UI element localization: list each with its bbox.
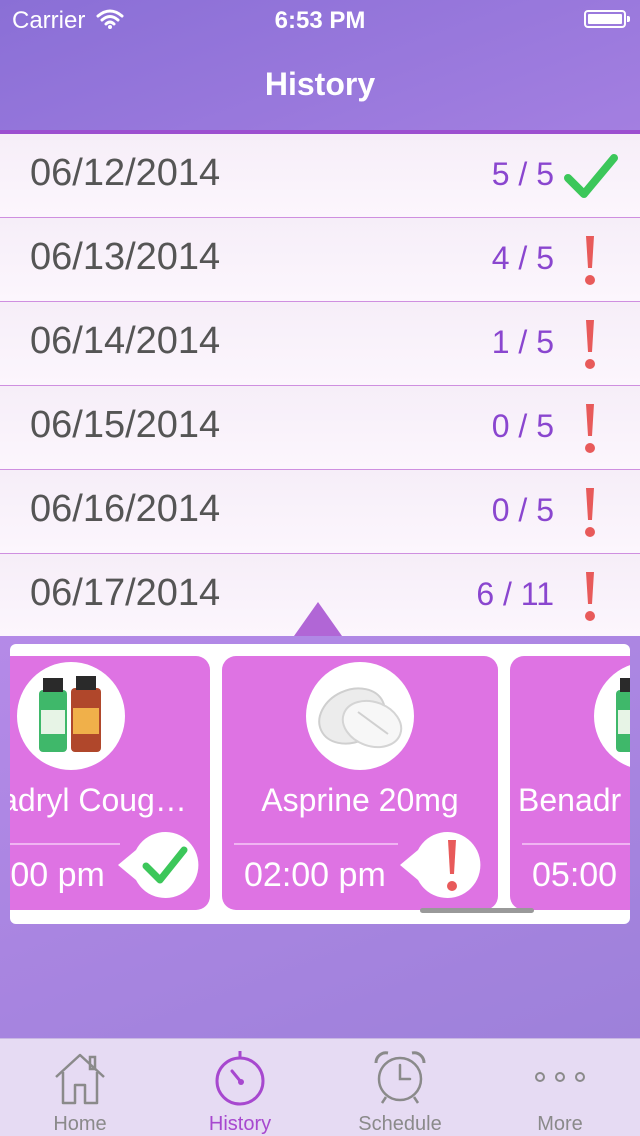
card-divider xyxy=(10,843,120,845)
medication-name: Benadr xyxy=(518,782,622,818)
aspirin-tablet-photo xyxy=(306,662,414,770)
dose-count: 0 / 5 xyxy=(491,408,554,444)
status-bar: Carrier 6:53 PM xyxy=(0,0,640,40)
history-row[interactable]: 06/14/2014 1 / 5 xyxy=(0,302,640,386)
dose-count: 1 / 5 xyxy=(491,324,554,360)
tab-history[interactable]: History xyxy=(160,1039,320,1136)
ellipsis-icon xyxy=(530,1047,590,1107)
tab-label: Schedule xyxy=(358,1113,442,1135)
tab-schedule[interactable]: Schedule xyxy=(320,1039,480,1136)
dose-time: 02:00 pm xyxy=(244,856,386,894)
history-date: 06/14/2014 xyxy=(30,320,221,362)
exclamation-icon xyxy=(562,232,618,288)
dose-time: 2:00 pm xyxy=(10,856,105,894)
history-date: 06/16/2014 xyxy=(30,488,221,530)
history-row[interactable]: 06/12/2014 5 / 5 xyxy=(0,134,640,218)
taken-checkmark-icon xyxy=(118,828,210,902)
medication-name: Asprine 20mg xyxy=(261,782,459,818)
tab-label: More xyxy=(537,1113,583,1135)
stopwatch-icon xyxy=(210,1047,270,1107)
history-list: 06/12/2014 5 / 5 06/13/2014 4 / 5 06/14/… xyxy=(0,130,640,636)
tab-label: History xyxy=(208,1113,272,1135)
history-row[interactable]: 06/15/2014 0 / 5 xyxy=(0,386,640,470)
navigation-bar: History xyxy=(0,40,640,128)
alarm-clock-icon xyxy=(370,1047,430,1107)
card-divider xyxy=(234,843,398,845)
history-date: 06/12/2014 xyxy=(30,152,221,194)
history-row[interactable]: 06/16/2014 0 / 5 xyxy=(0,470,640,554)
history-date: 06/17/2014 xyxy=(30,572,221,614)
dose-count: 4 / 5 xyxy=(491,240,554,276)
popover-arrow xyxy=(294,602,342,636)
missed-exclamation-icon xyxy=(400,828,492,902)
cough-syrup-photo xyxy=(594,662,630,770)
history-date: 06/15/2014 xyxy=(30,404,221,446)
exclamation-icon xyxy=(562,568,618,624)
medication-card[interactable]: Asprine 20mg 02:00 pm xyxy=(222,656,498,910)
exclamation-icon xyxy=(562,400,618,456)
dose-count: 5 / 5 xyxy=(491,156,554,192)
cough-syrup-photo xyxy=(17,662,125,770)
card-divider xyxy=(522,843,630,845)
exclamation-icon xyxy=(562,316,618,372)
status-time: 6:53 PM xyxy=(274,7,366,34)
medication-name: Benadryl Coug… xyxy=(10,782,187,818)
exclamation-icon xyxy=(562,484,618,540)
tab-label: Home xyxy=(53,1113,107,1135)
dose-count: 6 / 11 xyxy=(476,576,554,612)
tab-more[interactable]: More xyxy=(480,1039,640,1136)
history-row[interactable]: 06/13/2014 4 / 5 xyxy=(0,218,640,302)
checkmark-icon xyxy=(562,148,618,204)
dose-time: 05:00 xyxy=(532,856,618,894)
horizontal-scrollbar[interactable] xyxy=(420,908,534,913)
day-detail-popover: Benadryl Coug… 2:00 pm Asprine 20mg xyxy=(0,602,640,926)
tab-bar: Home History Schedule More xyxy=(0,1038,640,1136)
medication-card[interactable]: Benadr 05:00 xyxy=(510,656,630,910)
medication-card[interactable]: Benadryl Coug… 2:00 pm xyxy=(10,656,210,910)
tab-home[interactable]: Home xyxy=(0,1039,160,1136)
battery-icon xyxy=(584,10,630,28)
history-date: 06/13/2014 xyxy=(30,236,221,278)
medication-carousel[interactable]: Benadryl Coug… 2:00 pm Asprine 20mg xyxy=(10,644,630,924)
house-icon xyxy=(50,1047,110,1107)
dose-count: 0 / 5 xyxy=(491,492,554,528)
page-title: History xyxy=(264,66,376,102)
